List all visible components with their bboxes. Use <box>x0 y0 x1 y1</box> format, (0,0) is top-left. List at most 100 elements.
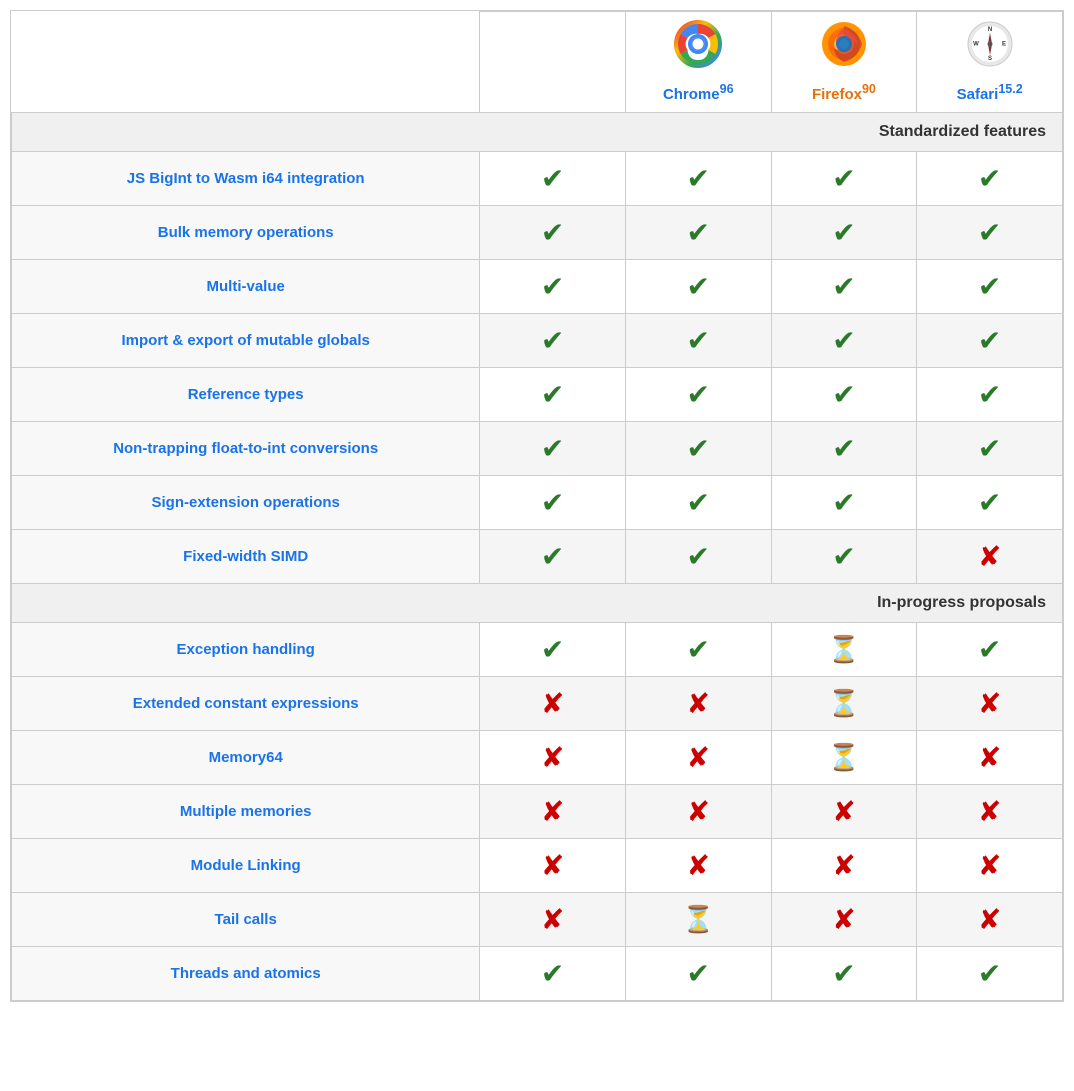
chrome-icon <box>632 20 765 78</box>
check-icon: ✔ <box>978 271 1001 302</box>
safari-status: ✔ <box>917 260 1063 314</box>
safari-name: Safari15.2 <box>957 86 1023 103</box>
check-icon: ✔ <box>541 217 564 248</box>
feature-name[interactable]: JS BigInt to Wasm i64 integration <box>12 152 480 206</box>
hourglass-icon: ⏳ <box>828 634 860 664</box>
firefox-status: ✔ <box>771 530 917 584</box>
chrome-status: ✘ <box>625 731 771 785</box>
chrome-status: ✔ <box>625 368 771 422</box>
check-icon: ✔ <box>541 271 564 302</box>
your-browser-status: ✔ <box>480 623 626 677</box>
chrome-status: ✔ <box>625 947 771 1001</box>
hourglass-icon: ⏳ <box>828 742 860 772</box>
table-row: Module Linking ✘ ✘ ✘ ✘ <box>12 839 1063 893</box>
firefox-status: ✘ <box>771 893 917 947</box>
feature-name[interactable]: Fixed-width SIMD <box>12 530 480 584</box>
safari-status: ✘ <box>917 677 1063 731</box>
feature-name[interactable]: Multiple memories <box>12 785 480 839</box>
feature-name[interactable]: Non-trapping float-to-int conversions <box>12 422 480 476</box>
feature-column-header <box>12 12 480 113</box>
check-icon: ✔ <box>687 271 710 302</box>
your-browser-status: ✘ <box>480 785 626 839</box>
feature-name[interactable]: Bulk memory operations <box>12 206 480 260</box>
compatibility-table: Chrome96 Firefox90 <box>10 10 1064 1002</box>
safari-status: ✘ <box>917 530 1063 584</box>
check-icon: ✔ <box>832 487 855 518</box>
check-icon: ✔ <box>687 379 710 410</box>
firefox-status: ✔ <box>771 947 917 1001</box>
safari-icon: N S E W <box>923 20 1056 78</box>
your-browser-status: ✔ <box>480 530 626 584</box>
your-browser-status: ✘ <box>480 839 626 893</box>
firefox-version: 90 <box>862 82 876 96</box>
firefox-header: Firefox90 <box>771 12 917 113</box>
chrome-status: ✔ <box>625 623 771 677</box>
chrome-status: ✔ <box>625 152 771 206</box>
firefox-status: ✔ <box>771 152 917 206</box>
feature-name[interactable]: Module Linking <box>12 839 480 893</box>
check-icon: ✔ <box>541 541 564 572</box>
cross-icon: ✘ <box>832 850 855 881</box>
check-icon: ✔ <box>832 271 855 302</box>
chrome-status: ✔ <box>625 422 771 476</box>
chrome-version: 96 <box>720 82 734 96</box>
safari-status: ✘ <box>917 839 1063 893</box>
your-browser-status: ✔ <box>480 947 626 1001</box>
check-icon: ✔ <box>832 217 855 248</box>
firefox-status: ✔ <box>771 476 917 530</box>
safari-status: ✔ <box>917 314 1063 368</box>
table-row: Non-trapping float-to-int conversions ✔ … <box>12 422 1063 476</box>
table-row: Memory64 ✘ ✘ ⏳ ✘ <box>12 731 1063 785</box>
chrome-status: ✘ <box>625 839 771 893</box>
firefox-status: ⏳ <box>771 731 917 785</box>
cross-icon: ✘ <box>978 742 1001 773</box>
check-icon: ✔ <box>832 379 855 410</box>
your-browser-status: ✘ <box>480 731 626 785</box>
cross-icon: ✘ <box>541 688 564 719</box>
feature-name[interactable]: Sign-extension operations <box>12 476 480 530</box>
feature-name[interactable]: Threads and atomics <box>12 947 480 1001</box>
section-header-1: In-progress proposals <box>12 584 1063 623</box>
cross-icon: ✘ <box>541 742 564 773</box>
feature-name[interactable]: Reference types <box>12 368 480 422</box>
safari-header: N S E W Safari15.2 <box>917 12 1063 113</box>
firefox-status: ✔ <box>771 260 917 314</box>
check-icon: ✔ <box>541 433 564 464</box>
table-row: JS BigInt to Wasm i64 integration ✔ ✔ ✔ … <box>12 152 1063 206</box>
feature-name[interactable]: Extended constant expressions <box>12 677 480 731</box>
safari-status: ✔ <box>917 422 1063 476</box>
feature-name[interactable]: Import & export of mutable globals <box>12 314 480 368</box>
safari-status: ✘ <box>917 893 1063 947</box>
table-row: Tail calls ✘ ⏳ ✘ ✘ <box>12 893 1063 947</box>
cross-icon: ✘ <box>541 796 564 827</box>
section-title: Standardized features <box>12 113 1063 152</box>
cross-icon: ✘ <box>687 742 710 773</box>
hourglass-icon: ⏳ <box>682 904 714 934</box>
table-row: Threads and atomics ✔ ✔ ✔ ✔ <box>12 947 1063 1001</box>
chrome-status: ✘ <box>625 785 771 839</box>
your-browser-status: ✔ <box>480 152 626 206</box>
table-row: Multiple memories ✘ ✘ ✘ ✘ <box>12 785 1063 839</box>
cross-icon: ✘ <box>832 796 855 827</box>
firefox-status: ✔ <box>771 368 917 422</box>
table-row: Import & export of mutable globals ✔ ✔ ✔… <box>12 314 1063 368</box>
feature-name[interactable]: Memory64 <box>12 731 480 785</box>
your-browser-status: ✔ <box>480 314 626 368</box>
feature-name[interactable]: Tail calls <box>12 893 480 947</box>
safari-status: ✔ <box>917 206 1063 260</box>
feature-name[interactable]: Exception handling <box>12 623 480 677</box>
feature-name[interactable]: Multi-value <box>12 260 480 314</box>
check-icon: ✔ <box>687 217 710 248</box>
firefox-status: ✘ <box>771 785 917 839</box>
table-row: Multi-value ✔ ✔ ✔ ✔ <box>12 260 1063 314</box>
check-icon: ✔ <box>978 634 1001 665</box>
firefox-name: Firefox90 <box>812 86 876 103</box>
check-icon: ✔ <box>541 958 564 989</box>
check-icon: ✔ <box>978 958 1001 989</box>
chrome-status: ✔ <box>625 260 771 314</box>
check-icon: ✔ <box>832 325 855 356</box>
chrome-name: Chrome96 <box>663 86 734 103</box>
check-icon: ✔ <box>687 634 710 665</box>
check-icon: ✔ <box>541 487 564 518</box>
cross-icon: ✘ <box>687 850 710 881</box>
